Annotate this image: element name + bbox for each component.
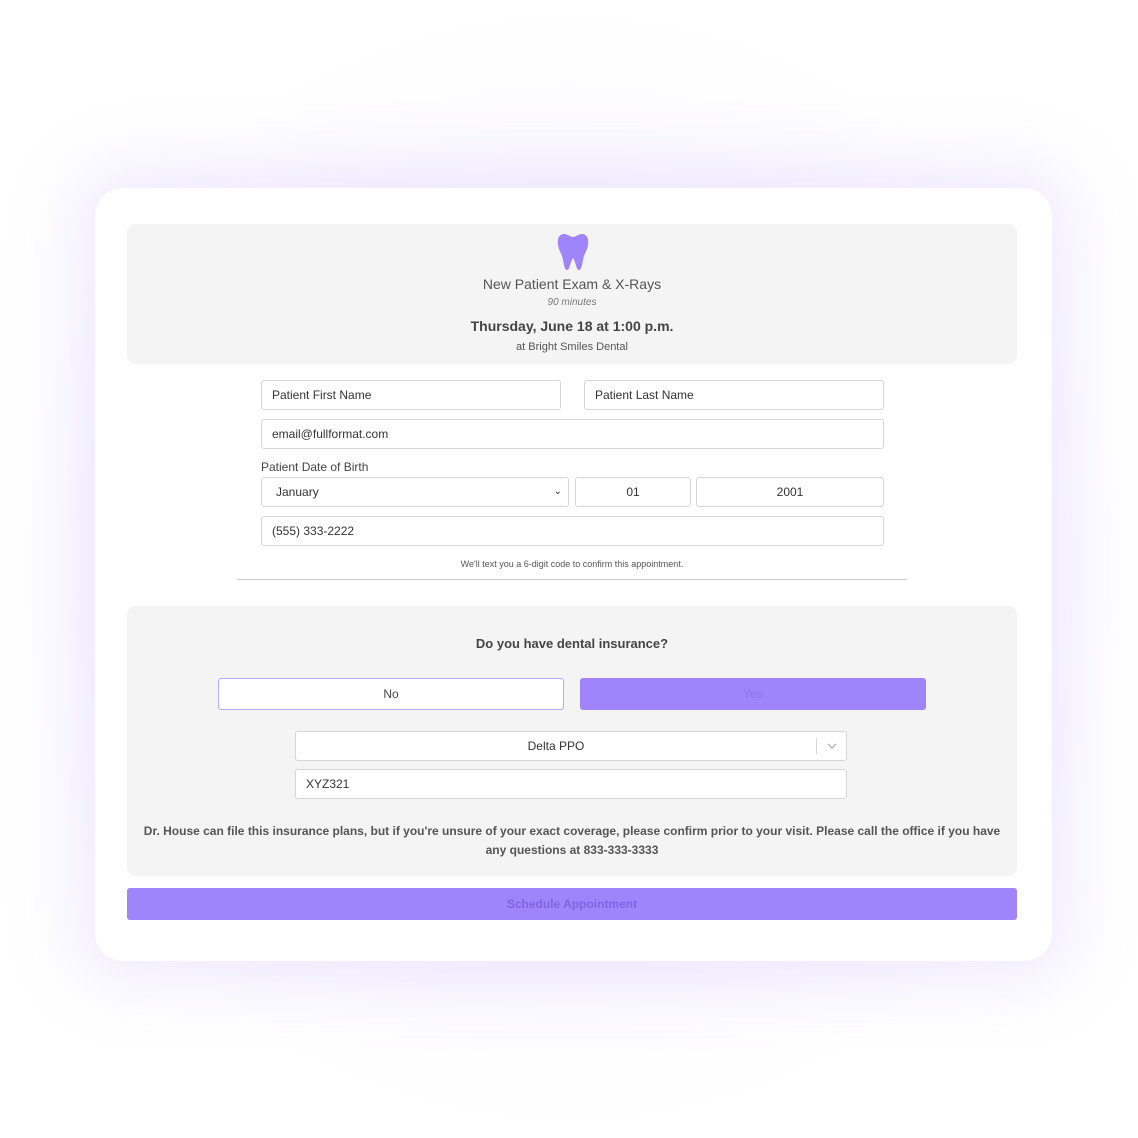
first-name-input[interactable]: Patient First Name [261,380,561,410]
appointment-summary: New Patient Exam & X-Rays 90 minutes Thu… [127,224,1017,364]
insurance-plan-value: Delta PPO [527,739,585,753]
schedule-appointment-button[interactable]: Schedule Appointment [127,888,1017,920]
last-name-input[interactable]: Patient Last Name [584,380,884,410]
insurance-panel: Do you have dental insurance? No Yes Del… [127,606,1017,876]
section-divider [237,579,907,580]
insurance-question: Do you have dental insurance? [475,636,669,651]
dob-month-value: January [276,485,319,499]
chevron-down-icon: ⌄ [553,486,562,497]
dob-month-select[interactable]: January ⌄ [261,477,569,507]
member-id-input[interactable]: XYZ321 [295,769,847,799]
insurance-note: Dr. House can file this insurance plans,… [143,824,1001,857]
insurance-plan-select[interactable]: Delta PPO [295,731,847,761]
dob-year-input[interactable]: 2001 [696,477,884,507]
service-duration: 90 minutes [547,297,597,308]
dob-label: Patient Date of Birth [261,460,369,474]
booking-card: New Patient Exam & X-Rays 90 minutes Thu… [95,188,1052,961]
appointment-datetime: Thursday, June 18 at 1:00 p.m. [470,318,674,334]
email-field[interactable]: email@fullformat.com [261,419,884,449]
select-separator [816,738,817,754]
phone-field[interactable]: (555) 333-2222 [261,516,884,546]
insurance-no-button[interactable]: No [218,678,564,710]
chevron-down-icon[interactable] [827,741,837,751]
service-title: New Patient Exam & X-Rays [482,276,662,292]
insurance-yes-button[interactable]: Yes [580,678,926,710]
sms-help-text: We'll text you a 6-digit code to confirm… [460,559,684,569]
tooth-icon [557,234,589,270]
dob-day-input[interactable]: 01 [575,477,691,507]
page-background: New Patient Exam & X-Rays 90 minutes Thu… [0,0,1138,1138]
appointment-location: at Bright Smiles Dental [516,341,628,353]
